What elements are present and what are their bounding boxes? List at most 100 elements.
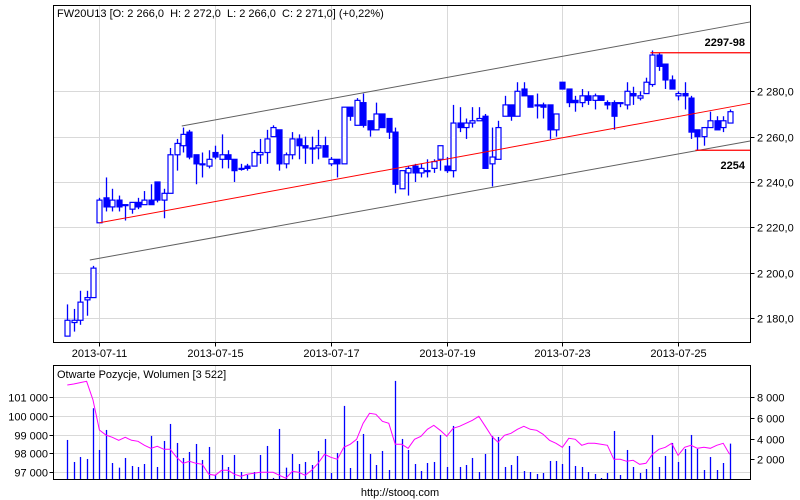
candle: [231, 158, 238, 182]
candle: [206, 150, 213, 169]
candle: [251, 150, 258, 167]
candle: [662, 63, 669, 90]
candle-body-up: [469, 120, 476, 124]
candle-body-up: [90, 267, 97, 299]
candle: [161, 188, 168, 219]
candle-body-down: [103, 197, 110, 208]
candle: [624, 82, 631, 110]
candle: [701, 126, 708, 146]
candle-body-down: [379, 113, 386, 129]
left-tick-label: 99 000: [14, 431, 48, 443]
candle-body-up: [251, 151, 258, 167]
candle: [174, 138, 181, 171]
candle-body-down: [656, 54, 663, 67]
candle: [167, 147, 174, 194]
candle-body-up: [373, 113, 380, 131]
candle-body-down: [669, 79, 676, 90]
candle: [399, 170, 406, 190]
candle: [547, 104, 554, 139]
candle-body-up: [649, 54, 656, 86]
source-link[interactable]: http://stooq.com: [361, 487, 439, 499]
candle: [77, 290, 84, 325]
candle-body-down: [116, 199, 123, 208]
right-tick-label: 2 000: [757, 455, 785, 467]
candle-body-down: [508, 104, 515, 117]
candle-body-up: [553, 113, 560, 131]
candle-body-down: [559, 81, 566, 90]
candle: [630, 86, 637, 105]
candle-body-up: [399, 170, 406, 190]
candle: [64, 304, 71, 337]
candle-body-down: [334, 158, 341, 165]
volume-bars: [66, 380, 732, 480]
candle-body-up: [71, 319, 78, 324]
candle: [572, 95, 579, 112]
candle-body-up: [238, 167, 245, 170]
candle: [276, 129, 283, 171]
candle: [418, 163, 425, 178]
candle-body-down: [386, 117, 393, 133]
candle: [476, 107, 483, 122]
candle: [694, 129, 701, 151]
candle-body-down: [296, 138, 303, 147]
candle: [386, 117, 393, 139]
candle: [212, 145, 219, 160]
y-tick-label: 2 240,0: [757, 178, 794, 190]
level-label: 2254: [721, 160, 746, 172]
candle-body-down: [322, 145, 329, 158]
candle: [90, 265, 97, 299]
candle-body-up: [437, 145, 444, 160]
candle-body-up: [534, 104, 541, 107]
candle-body-up: [77, 301, 84, 321]
right-tick-label: 8 000: [757, 393, 785, 405]
candle: [669, 75, 676, 90]
candle-body-up: [643, 81, 650, 95]
left-tick-label: 100 000: [8, 412, 48, 424]
candle-body-down: [572, 99, 579, 104]
candle: [257, 138, 264, 164]
candle: [347, 106, 354, 121]
candle-body-down: [186, 131, 193, 158]
candle: [450, 104, 457, 178]
candle: [129, 201, 136, 214]
candles: [64, 50, 734, 337]
candle-body-down: [630, 92, 637, 97]
candle: [463, 118, 470, 139]
candle: [592, 93, 599, 110]
candle-body-up: [592, 95, 599, 101]
candle: [457, 107, 464, 133]
candle: [540, 102, 547, 119]
candle: [707, 111, 714, 129]
candle: [604, 100, 611, 110]
candle-body-up: [624, 90, 631, 106]
candle: [180, 127, 187, 153]
y-tick-label: 2 260,0: [757, 133, 794, 145]
candle: [71, 308, 78, 332]
candle: [688, 95, 695, 139]
candle: [186, 129, 193, 160]
candle: [360, 93, 367, 128]
candle-body-up: [257, 151, 264, 156]
candle-body-down: [231, 158, 238, 172]
x-tick-label: 2013-07-11: [72, 348, 127, 360]
left-tick-label: 101 000: [8, 393, 48, 405]
candle: [495, 120, 502, 160]
candle-body-down: [611, 102, 618, 117]
candle-body-down: [392, 131, 399, 185]
candle: [154, 181, 161, 203]
right-tick-label: 4 000: [757, 435, 785, 447]
candle-body-down: [302, 145, 309, 149]
candle-body-up: [206, 158, 213, 167]
candle-body-up: [129, 201, 136, 210]
stock-chart: 2297-98 2254 FW20U13 [O: 2 266,0 H: 2 272…: [8, 5, 794, 499]
candle-body-down: [682, 92, 689, 97]
candle-body-up: [476, 117, 483, 122]
left-tick-label: 98 000: [14, 449, 48, 461]
candle: [148, 184, 155, 206]
candle-body-down: [604, 102, 611, 106]
candle-body-down: [688, 97, 695, 133]
candle: [379, 113, 386, 129]
candle-body-up: [315, 145, 322, 149]
candle: [283, 152, 290, 169]
candle: [225, 150, 232, 169]
